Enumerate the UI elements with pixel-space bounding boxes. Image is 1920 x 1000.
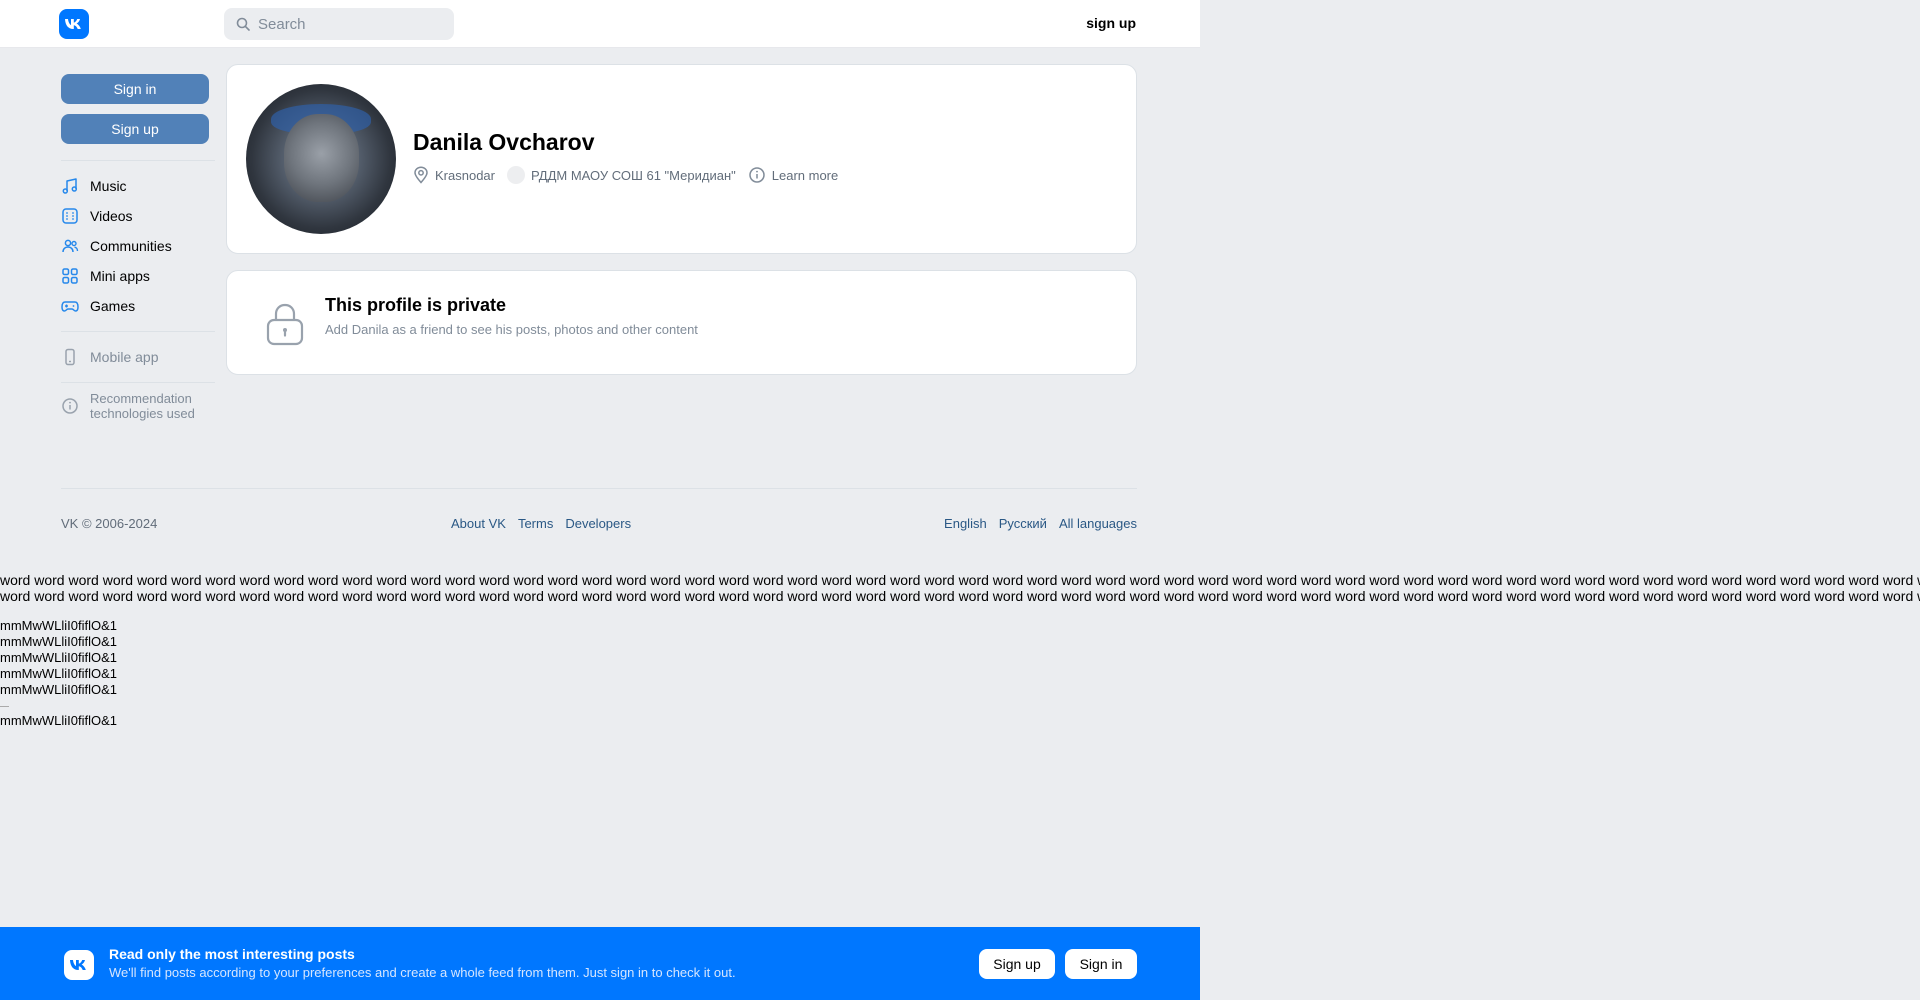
private-profile-card: This profile is private Add Danila as a … bbox=[226, 270, 1137, 375]
private-subtitle: Add Danila as a friend to see his posts,… bbox=[325, 322, 698, 337]
apps-icon bbox=[61, 267, 79, 285]
language-all[interactable]: All languages bbox=[1059, 516, 1137, 531]
profile-info-row: Krasnodar РДДМ МАОУ СОШ 61 "Меридиан" Le… bbox=[413, 166, 850, 184]
sidebar-item-music[interactable]: Music bbox=[61, 171, 215, 201]
sidebar-item-mini-apps[interactable]: Mini apps bbox=[61, 261, 215, 291]
language-english[interactable]: English bbox=[944, 516, 987, 531]
footer-link-developers[interactable]: Developers bbox=[565, 516, 631, 531]
banner-title: Read only the most interesting posts bbox=[109, 946, 355, 962]
info-icon bbox=[61, 397, 79, 415]
sidebar-item-label: Music bbox=[90, 178, 127, 194]
glyph-line: mmMwWLliI0fiflO&1 bbox=[0, 666, 118, 681]
avatar-detail bbox=[284, 114, 359, 202]
recommendation-line: Recommendation bbox=[90, 391, 192, 406]
communities-icon bbox=[61, 237, 79, 255]
banner-subtitle: We'll find posts according to your prefe… bbox=[109, 965, 736, 980]
lock-icon bbox=[265, 301, 305, 352]
school-text: РДДМ МАОУ СОШ 61 "Меридиан" bbox=[530, 167, 736, 183]
profile-name: Danila Ovcharov bbox=[413, 129, 595, 155]
glyph-test-block: mmMwWLliI0fiflO&1 mmMwWLliI0fiflO&1 mmMw… bbox=[0, 618, 117, 729]
vk-logo-icon bbox=[64, 950, 94, 980]
sidebar-item-videos[interactable]: Videos bbox=[61, 201, 215, 231]
footer-languages: English Русский All languages bbox=[944, 516, 1149, 531]
recommendation-text: Recommendation technologies used bbox=[90, 391, 195, 421]
signin-promo-banner: Read only the most interesting posts We'… bbox=[0, 927, 1200, 1000]
learn-more-text: Learn more bbox=[771, 167, 839, 183]
word-line: word word word word word word word word … bbox=[0, 588, 1920, 604]
info-icon bbox=[748, 166, 766, 184]
banner-signup-button[interactable]: Sign up bbox=[979, 949, 1055, 979]
location-pin-icon bbox=[413, 166, 429, 184]
profile-school: РДДМ МАОУ СОШ 61 "Меридиан" bbox=[506, 166, 736, 184]
sidebar-item-label: Mini apps bbox=[90, 268, 150, 284]
profile-city: Krasnodar bbox=[413, 166, 495, 184]
sidebar-item-label: Videos bbox=[90, 208, 133, 224]
city-text: Krasnodar bbox=[435, 167, 495, 183]
word-line: word word word word word word word word … bbox=[0, 572, 1920, 588]
sidebar-item-label: Mobile app bbox=[90, 349, 159, 365]
banner-signin-button[interactable]: Sign in bbox=[1065, 949, 1137, 979]
glyph-line: mmMwWLliI0fiflO&1 bbox=[0, 634, 118, 649]
footer-divider bbox=[61, 488, 1137, 489]
vk-logo-icon[interactable] bbox=[59, 9, 89, 39]
sidebar-item-communities[interactable]: Communities bbox=[61, 231, 215, 261]
glyph-divider bbox=[0, 706, 9, 707]
video-icon bbox=[61, 207, 79, 225]
sidebar-item-label: Games bbox=[90, 298, 136, 314]
header-signup-link[interactable]: sign up bbox=[1086, 15, 1136, 31]
sidebar-item-recommendations[interactable]: Recommendation technologies used bbox=[61, 391, 215, 421]
learn-more-link[interactable]: Learn more bbox=[748, 166, 838, 184]
recommendation-line: technologies used bbox=[90, 406, 195, 421]
sidebar-item-label: Communities bbox=[90, 238, 172, 254]
footer-link-about[interactable]: About VK bbox=[451, 516, 506, 531]
profile-card: Danila Ovcharov Krasnodar РДДМ МАОУ СОШ … bbox=[226, 64, 1137, 254]
word-test-block: word word word word word word word word … bbox=[0, 572, 1920, 604]
sidebar-signup-button[interactable]: Sign up bbox=[61, 114, 209, 144]
gamepad-icon bbox=[61, 297, 79, 315]
avatar[interactable] bbox=[246, 84, 396, 234]
sidebar-divider bbox=[61, 382, 215, 383]
glyph-line: mmMwWLliI0fiflO&1 bbox=[0, 713, 118, 728]
music-icon bbox=[61, 177, 79, 195]
private-title: This profile is private bbox=[325, 295, 507, 315]
search-input[interactable] bbox=[258, 15, 448, 33]
search-icon bbox=[236, 17, 250, 31]
left-sidebar: Sign in Sign up Music Videos Communities… bbox=[61, 74, 215, 421]
footer: VK © 2006-2024 About VK Terms Developers… bbox=[61, 516, 1137, 536]
glyph-line: mmMwWLliI0fiflO&1 bbox=[0, 682, 118, 697]
sidebar-item-mobile-app[interactable]: Mobile app bbox=[61, 342, 215, 372]
phone-icon bbox=[61, 348, 79, 366]
language-russian[interactable]: Русский bbox=[999, 516, 1047, 531]
glyph-line: mmMwWLliI0fiflO&1 bbox=[0, 650, 118, 665]
footer-link-terms[interactable]: Terms bbox=[518, 516, 553, 531]
sidebar-item-games[interactable]: Games bbox=[61, 291, 215, 321]
search-box[interactable] bbox=[224, 8, 454, 40]
top-header: sign up bbox=[0, 0, 1200, 48]
sidebar-signin-button[interactable]: Sign in bbox=[61, 74, 209, 104]
sidebar-divider bbox=[61, 331, 215, 332]
glyph-line: mmMwWLliI0fiflO&1 bbox=[0, 618, 118, 633]
school-logo-icon bbox=[506, 166, 525, 184]
sidebar-divider bbox=[61, 160, 215, 161]
footer-links: About VK Terms Developers bbox=[451, 516, 643, 531]
footer-copyright: VK © 2006-2024 bbox=[61, 516, 158, 531]
